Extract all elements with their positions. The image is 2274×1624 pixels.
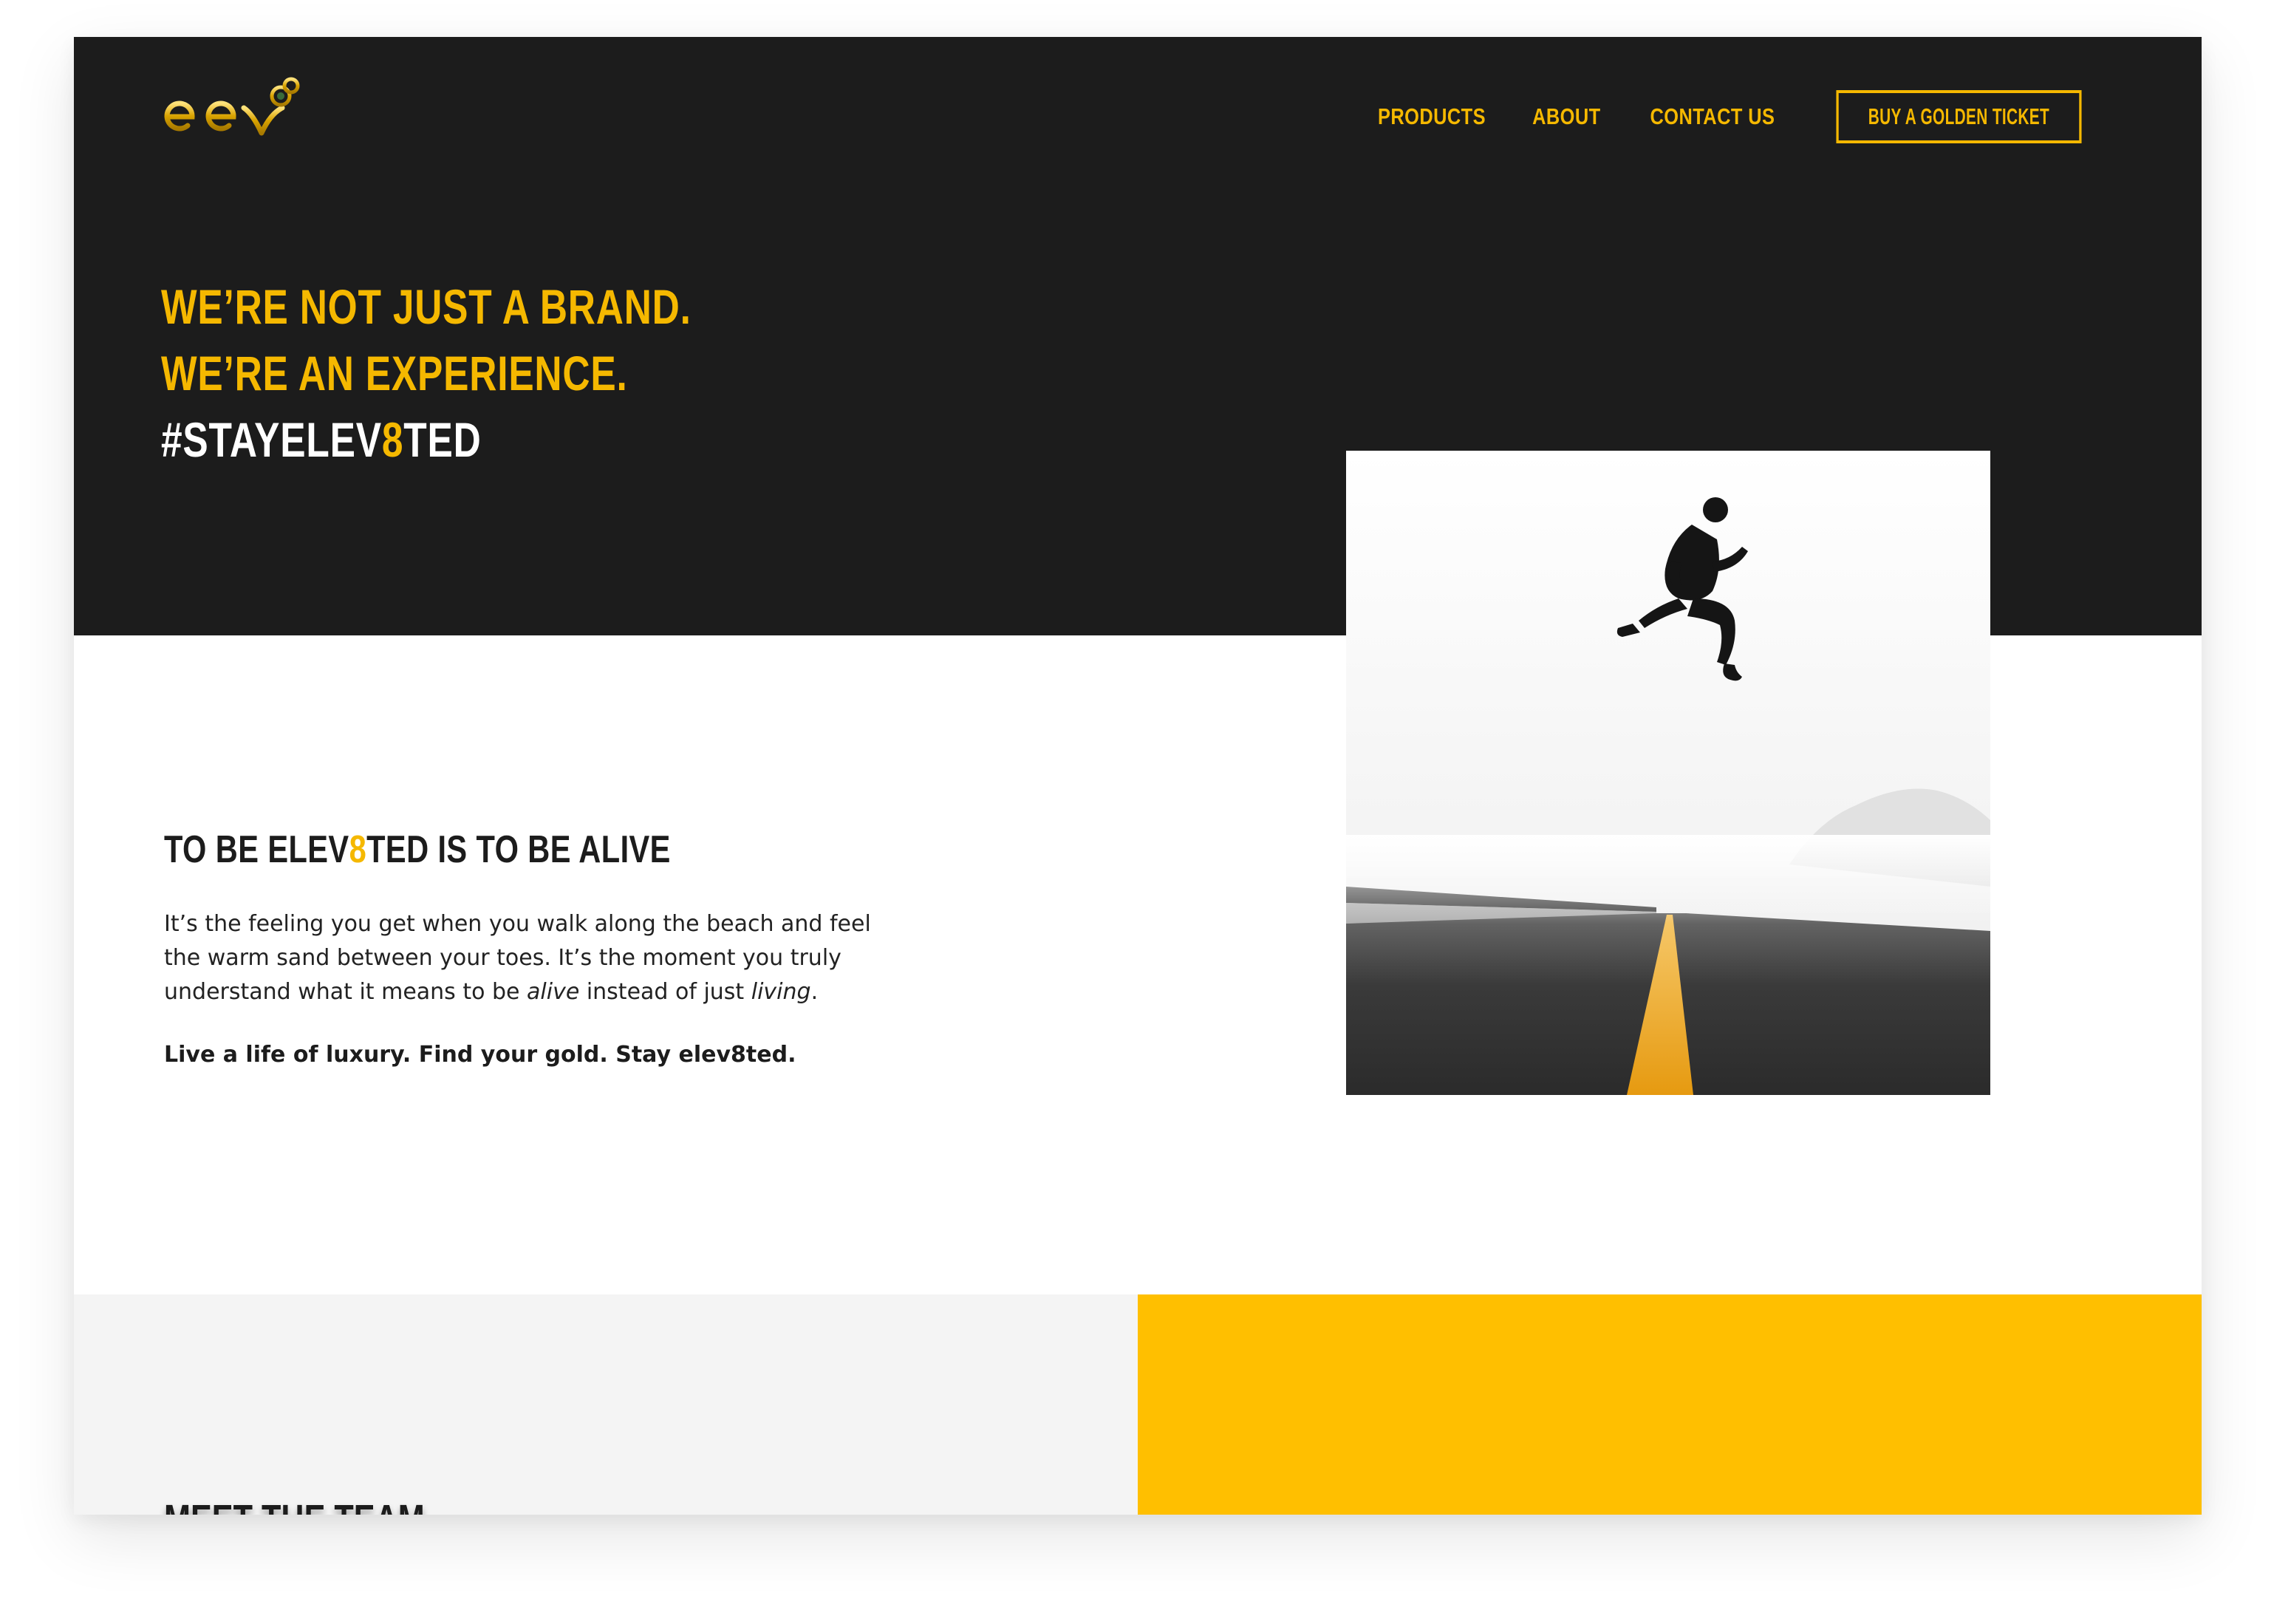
alive-heading: TO BE ELEV8TED IS TO BE ALIVE <box>164 828 814 872</box>
photo-svg <box>1346 451 1990 1095</box>
meet-the-team-heading: MEET THE TEAM <box>164 1496 425 1515</box>
alive-body: It’s the feeling you get when you walk a… <box>164 907 910 1009</box>
buy-golden-ticket-button[interactable]: BUY A GOLDEN TICKET <box>1836 90 2082 143</box>
alive-section: TO BE ELEV8TED IS TO BE ALIVE It’s the f… <box>164 828 977 1068</box>
nav-about[interactable]: ABOUT <box>1533 103 1601 130</box>
elev-logo-icon[interactable] <box>161 74 309 140</box>
hashtag-digit: 8 <box>381 412 404 467</box>
jumping-man-road-photo <box>1346 451 1990 1095</box>
hero-line-2: WE’RE AN EXPERIENCE. <box>161 346 628 400</box>
nav-contact-us[interactable]: CONTACT US <box>1650 103 1775 130</box>
alive-heading-pre: TO BE ELEV <box>164 828 349 871</box>
hashtag-post: TED <box>403 412 482 467</box>
alive-body-3: . <box>810 979 819 1005</box>
main-nav: PRODUCTS ABOUT CONTACT US BUY A GOLDEN T… <box>1366 90 2109 143</box>
buy-golden-ticket-label: BUY A GOLDEN TICKET <box>1868 103 2050 129</box>
hashtag-pre: #STAYELEV <box>161 412 382 467</box>
team-section-left <box>74 1294 1138 1515</box>
alive-heading-post: TED IS TO BE ALIVE <box>366 828 671 871</box>
hero-hashtag: #STAYELEV8TED <box>161 406 692 473</box>
alive-tagline: Live a life of luxury. Find your gold. S… <box>164 1042 796 1068</box>
alive-body-living: living <box>751 979 811 1005</box>
hero-line-1: WE’RE NOT JUST A BRAND. <box>161 279 692 334</box>
page-frame: PRODUCTS ABOUT CONTACT US BUY A GOLDEN T… <box>74 37 2202 1515</box>
alive-body-2: instead of just <box>579 979 751 1005</box>
team-accent-panel <box>1138 1294 2202 1515</box>
hero-headline: WE’RE NOT JUST A BRAND. WE’RE AN EXPERIE… <box>161 273 841 473</box>
nav-products[interactable]: PRODUCTS <box>1378 103 1486 130</box>
elev-logo-svg <box>164 77 300 136</box>
alive-heading-digit: 8 <box>349 828 367 871</box>
alive-body-alive: alive <box>527 979 580 1005</box>
